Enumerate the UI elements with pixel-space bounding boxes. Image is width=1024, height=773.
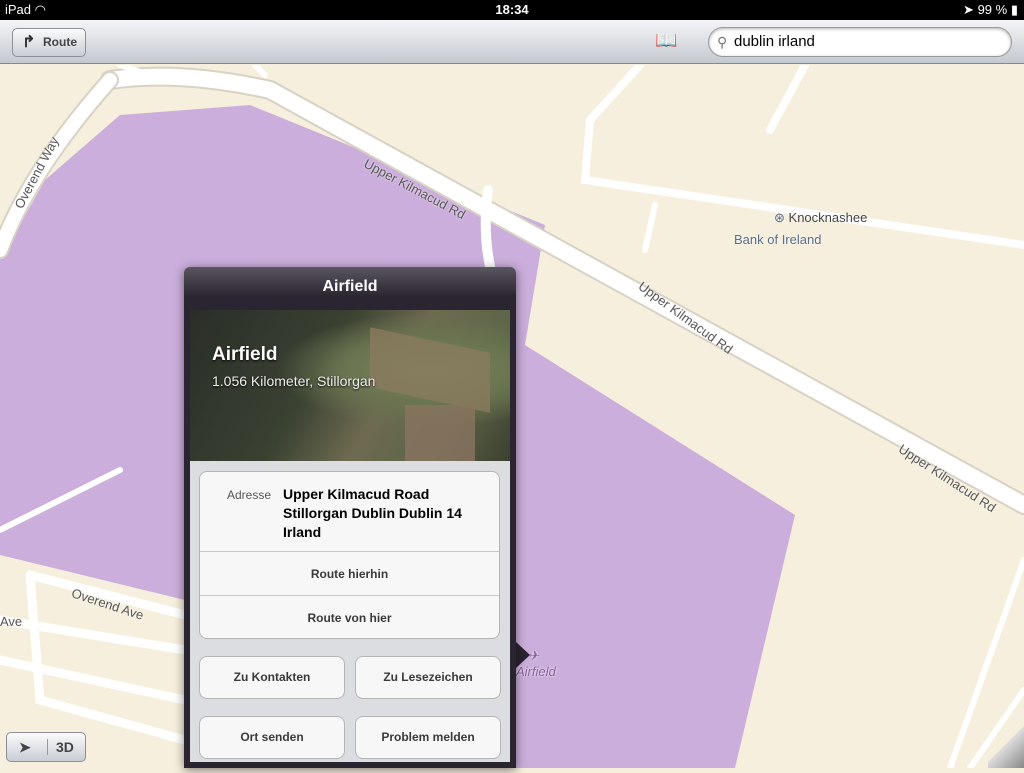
- clock: 18:34: [495, 2, 529, 17]
- route-label: Route: [43, 35, 77, 49]
- 3d-button[interactable]: 3D: [47, 739, 74, 755]
- bank-icon: ⊛: [774, 210, 785, 225]
- info-group: Adresse Upper Kilmacud Road Stillorgan D…: [199, 471, 500, 639]
- location-arrow-icon: ➤: [963, 2, 974, 17]
- add-bookmark-button[interactable]: Zu Lesezeichen: [355, 656, 501, 699]
- battery-icon: ▮: [1010, 2, 1018, 17]
- poi-knocknashee[interactable]: ⊛ Knocknashee: [774, 210, 867, 226]
- road-label: Ave: [0, 614, 23, 629]
- search-icon: ⚲: [717, 34, 728, 50]
- route-to-button[interactable]: Route hierhin: [200, 551, 499, 595]
- poi-bank[interactable]: Bank of Ireland: [734, 232, 821, 247]
- popover-title: Airfield: [322, 278, 378, 295]
- place-distance: 1.056 Kilometer, Stillorgan: [212, 373, 376, 389]
- bookmarks-icon[interactable]: 📖: [655, 30, 677, 51]
- popup-arrow: [516, 642, 530, 668]
- satellite-photo: Airfield 1.056 Kilometer, Stillorgan: [190, 310, 510, 461]
- report-problem-button[interactable]: Problem melden: [355, 716, 501, 759]
- address-value[interactable]: Upper Kilmacud Road Stillorgan Dublin Du…: [283, 485, 493, 542]
- address-label: Adresse: [227, 488, 272, 502]
- turn-arrow-icon: ↱: [22, 34, 36, 51]
- map-controls: ➤ 3D: [6, 732, 86, 762]
- page-curl[interactable]: [988, 718, 1024, 768]
- place-name: Airfield: [212, 344, 278, 365]
- search-value: dublin irland: [734, 33, 815, 50]
- route-button[interactable]: ↱ Route: [12, 28, 86, 57]
- battery-text: 99 %: [977, 2, 1008, 17]
- add-contact-button[interactable]: Zu Kontakten: [199, 656, 345, 699]
- route-from-button[interactable]: Route von hier: [200, 595, 499, 639]
- battery-status: ➤ 99 % ▮: [963, 0, 1018, 20]
- status-bar: iPad ◠ 18:34 ➤ 99 % ▮: [0, 0, 1024, 20]
- search-input[interactable]: ⚲ dublin irland: [708, 27, 1012, 57]
- share-location-button[interactable]: Ort senden: [199, 716, 345, 759]
- poi-label: Knocknashee: [788, 210, 868, 225]
- place-popover: Airfield Airfield 1.056 Kilometer, Still…: [184, 267, 516, 768]
- toolbar: ↱ Route 📖 ⚲ dublin irland: [0, 20, 1024, 64]
- locate-me-icon[interactable]: ➤: [19, 739, 31, 756]
- popover-body: Adresse Upper Kilmacud Road Stillorgan D…: [190, 461, 510, 762]
